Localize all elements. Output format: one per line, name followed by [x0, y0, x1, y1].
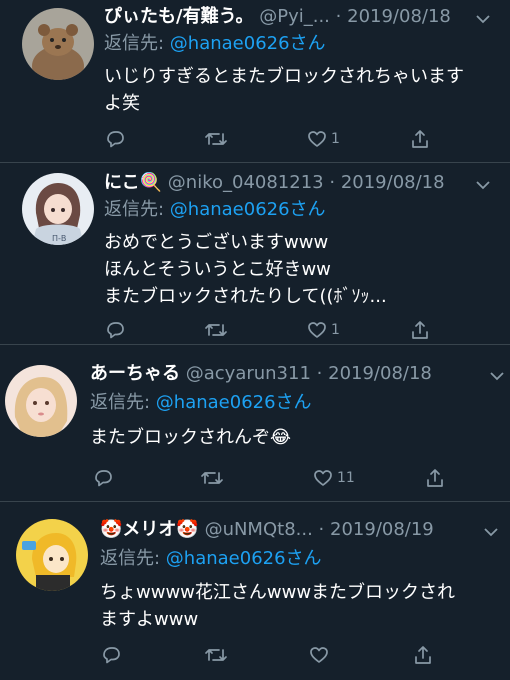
tweet-header: あーちゃる @acyarun311 · 2019/08/18 [90, 363, 432, 384]
like-icon [314, 470, 332, 486]
timestamp[interactable]: 2019/08/19 [330, 519, 434, 540]
reply-button[interactable] [104, 127, 126, 151]
display-name[interactable]: 🤡メリオ🤡 [100, 519, 199, 540]
display-name[interactable]: にこ🍭 [104, 172, 162, 193]
retweet-button[interactable] [204, 318, 228, 342]
share-icon [412, 130, 428, 148]
reply-feed: ぴぃたも/有難う。 @Pyi_... · 2019/08/18 返信先: @ha… [0, 0, 510, 680]
reply-context: 返信先: @hanae0626さん [104, 33, 326, 55]
retweet-icon [205, 324, 227, 336]
reply-context: 返信先: @hanae0626さん [90, 392, 312, 414]
tweet-header: 🤡メリオ🤡 @uNMQt8... · 2019/08/19 [100, 519, 434, 540]
tweet[interactable]: あーちゃる @acyarun311 · 2019/08/18 返信先: @han… [0, 345, 510, 502]
share-icon [412, 321, 428, 339]
reply-prefix: 返信先: [104, 33, 170, 54]
tweet-text: ちょwwww花江さんwwwまたブロックされ ますよwww [100, 582, 456, 630]
retweet-icon [201, 472, 223, 484]
handle[interactable]: @acyarun311 [186, 363, 311, 384]
display-name[interactable]: あーちゃる [90, 363, 180, 384]
mention-link[interactable]: @hanae0626さん [156, 392, 312, 413]
like-button[interactable] [308, 643, 333, 667]
like-icon [308, 322, 326, 338]
action-bar: 11 [92, 466, 502, 490]
blonde-girl-avatar-icon[interactable] [5, 365, 77, 437]
handle[interactable]: @uNMQt8... [205, 519, 313, 540]
timestamp[interactable]: 2019/08/18 [347, 6, 451, 27]
handle[interactable]: @Pyi_... [259, 6, 330, 27]
like-icon [310, 647, 328, 663]
retweet-icon [205, 133, 227, 145]
tweet-header: ぴぃたも/有難う。 @Pyi_... · 2019/08/18 [104, 6, 451, 27]
timestamp[interactable]: 2019/08/18 [328, 363, 432, 384]
quokka-avatar-icon[interactable] [22, 8, 94, 80]
chevron-down-icon[interactable] [488, 367, 506, 385]
share-button[interactable] [412, 643, 434, 667]
reply-context: 返信先: @hanae0626さん [100, 548, 322, 570]
retweet-button[interactable] [204, 643, 228, 667]
mention-link[interactable]: @hanae0626さん [170, 33, 326, 54]
reply-prefix: 返信先: [100, 548, 166, 569]
reply-icon [107, 131, 124, 148]
tweet-text: いじりすぎるとまたブロックされちゃいます よ笑 [104, 66, 464, 114]
reply-prefix: 返信先: [90, 392, 156, 413]
reply-button[interactable] [100, 643, 122, 667]
tweet-header: にこ🍭 @niko_04081213 · 2019/08/18 [104, 172, 445, 193]
reply-button[interactable] [92, 466, 114, 490]
action-bar: 1 [104, 127, 504, 151]
tweet[interactable]: Π-B にこ🍭 @niko_04081213 · 2019/08/18 返信先:… [0, 163, 510, 345]
share-button[interactable] [409, 127, 431, 151]
like-icon [308, 131, 326, 147]
tweet-text: またブロックされんぞ😂 [90, 427, 292, 448]
like-count: 1 [331, 131, 340, 147]
share-button[interactable] [424, 466, 446, 490]
retweet-button[interactable] [200, 466, 224, 490]
like-button[interactable]: 1 [306, 127, 340, 151]
share-button[interactable] [409, 318, 431, 342]
like-button[interactable]: 11 [312, 466, 355, 490]
reply-prefix: 返信先: [104, 199, 170, 220]
like-button[interactable]: 1 [306, 318, 340, 342]
mention-link[interactable]: @hanae0626さん [170, 199, 326, 220]
timestamp[interactable]: 2019/08/18 [341, 172, 445, 193]
chevron-down-icon[interactable] [474, 176, 492, 194]
action-bar: 1 [104, 318, 504, 342]
tweet-text: おめでとうございますwww ほんとそういうとこ好きww またブロックされたりして… [104, 232, 387, 307]
like-count: 11 [337, 470, 355, 486]
reply-icon [95, 470, 112, 487]
reply-button[interactable] [104, 318, 126, 342]
handle[interactable]: @niko_04081213 [168, 172, 324, 193]
svg-text:Π-B: Π-B [52, 234, 66, 243]
mention-link[interactable]: @hanae0626さん [166, 548, 322, 569]
retweet-icon [205, 649, 227, 661]
tweet[interactable]: 🤡メリオ🤡 @uNMQt8... · 2019/08/19 返信先: @hana… [0, 502, 510, 680]
anime-girl-avatar-icon[interactable]: Π-B [22, 173, 94, 245]
action-bar [100, 643, 505, 667]
tweet[interactable]: ぴぃたも/有難う。 @Pyi_... · 2019/08/18 返信先: @ha… [0, 0, 510, 163]
reply-icon [103, 647, 120, 664]
share-icon [427, 469, 443, 487]
like-count: 1 [331, 322, 340, 338]
share-icon [415, 646, 431, 664]
chevron-down-icon[interactable] [482, 523, 500, 541]
chevron-down-icon[interactable] [474, 10, 492, 28]
yellow-character-avatar-icon[interactable] [16, 519, 88, 591]
retweet-button[interactable] [204, 127, 228, 151]
display-name[interactable]: ぴぃたも/有難う。 [104, 6, 254, 27]
reply-context: 返信先: @hanae0626さん [104, 199, 326, 221]
reply-icon [107, 322, 124, 339]
